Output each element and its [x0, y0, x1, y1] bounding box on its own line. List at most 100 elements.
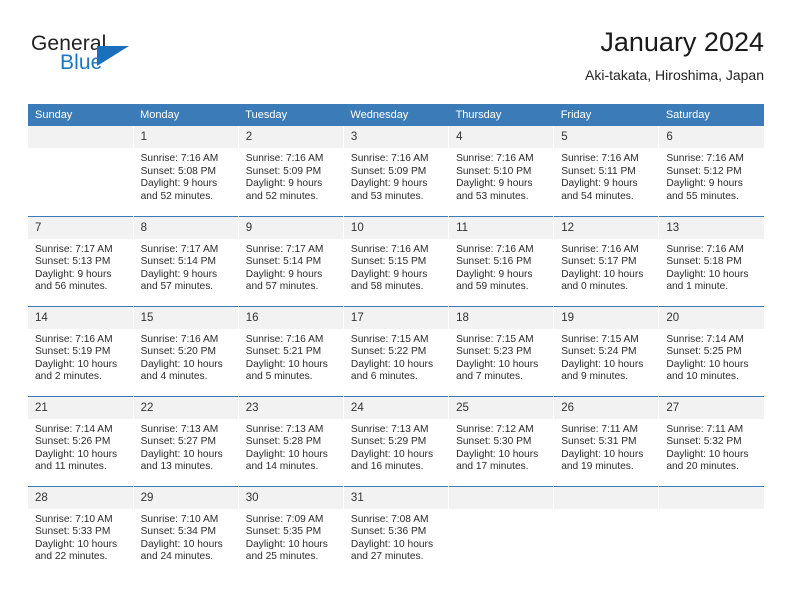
- day-number: 23: [238, 396, 343, 419]
- day-number: 8: [133, 216, 238, 239]
- day-detail: Sunrise: 7:15 AM Sunset: 5:23 PM Dayligh…: [456, 333, 539, 383]
- day-number: 9: [238, 216, 343, 239]
- day-number: 30: [238, 486, 343, 509]
- day-cell-empty: [553, 485, 660, 576]
- day-cell[interactable]: 3 Sunrise: 7:16 AM Sunset: 5:09 PM Daylig…: [343, 126, 450, 216]
- day-detail: Sunrise: 7:16 AM Sunset: 5:17 PM Dayligh…: [561, 243, 644, 293]
- day-detail: Sunrise: 7:17 AM Sunset: 5:14 PM Dayligh…: [245, 243, 324, 293]
- day-cell[interactable]: 27 Sunrise: 7:11 AM Sunset: 5:32 PM Dayli…: [658, 395, 764, 486]
- logo-text-blue: Blue: [60, 51, 103, 74]
- day-number: 1: [133, 126, 238, 148]
- location-subtitle: Aki-takata, Hiroshima, Japan: [585, 67, 764, 83]
- day-cell[interactable]: 1 Sunrise: 7:16 AM Sunset: 5:08 PM Daylig…: [133, 126, 239, 216]
- day-cell[interactable]: 2 Sunrise: 7:16 AM Sunset: 5:09 PM Daylig…: [238, 126, 344, 216]
- day-cell[interactable]: 16 Sunrise: 7:16 AM Sunset: 5:21 PM Dayli…: [238, 305, 344, 396]
- day-cell[interactable]: 22 Sunrise: 7:13 AM Sunset: 5:27 PM Dayli…: [133, 395, 239, 486]
- day-number: 24: [343, 396, 449, 419]
- day-number: 25: [449, 396, 554, 419]
- day-cell[interactable]: 21 Sunrise: 7:14 AM Sunset: 5:26 PM Dayli…: [28, 395, 134, 486]
- weekday-header-wednesday: Wednesday: [343, 104, 449, 126]
- day-detail: Sunrise: 7:14 AM Sunset: 5:25 PM Dayligh…: [666, 333, 749, 383]
- day-cell[interactable]: 17 Sunrise: 7:15 AM Sunset: 5:22 PM Dayli…: [343, 305, 450, 396]
- day-detail: Sunrise: 7:16 AM Sunset: 5:08 PM Dayligh…: [140, 153, 219, 202]
- day-cell[interactable]: 30 Sunrise: 7:09 AM Sunset: 5:35 PM Dayli…: [238, 485, 344, 576]
- day-detail: Sunrise: 7:15 AM Sunset: 5:22 PM Dayligh…: [350, 333, 434, 383]
- day-cell[interactable]: [28, 126, 134, 216]
- day-cell[interactable]: 7 Sunrise: 7:17 AM Sunset: 5:13 PM Daylig…: [28, 215, 134, 306]
- day-detail: Sunrise: 7:10 AM Sunset: 5:34 PM Dayligh…: [140, 513, 223, 563]
- weekday-header-monday: Monday: [133, 104, 239, 126]
- day-number: 4: [449, 126, 554, 148]
- day-detail: Sunrise: 7:11 AM Sunset: 5:31 PM Dayligh…: [561, 423, 644, 473]
- weekday-header-friday: Friday: [553, 104, 659, 126]
- day-cell[interactable]: 19 Sunrise: 7:15 AM Sunset: 5:24 PM Dayli…: [553, 305, 660, 396]
- page-header: General Blue January 2024 Aki-takata, Hi…: [28, 26, 764, 96]
- day-number: 28: [28, 486, 133, 509]
- day-cell[interactable]: 28 Sunrise: 7:10 AM Sunset: 5:33 PM Dayli…: [28, 485, 134, 576]
- day-detail: Sunrise: 7:13 AM Sunset: 5:27 PM Dayligh…: [140, 423, 223, 473]
- day-cell[interactable]: 9 Sunrise: 7:17 AM Sunset: 5:14 PM Daylig…: [238, 215, 344, 306]
- day-number: 3: [343, 126, 449, 148]
- day-detail: Sunrise: 7:16 AM Sunset: 5:12 PM Dayligh…: [666, 153, 744, 202]
- day-number: 29: [133, 486, 238, 509]
- day-cell[interactable]: 11 Sunrise: 7:16 AM Sunset: 5:16 PM Dayli…: [448, 215, 555, 306]
- day-cell[interactable]: 20 Sunrise: 7:14 AM Sunset: 5:25 PM Dayli…: [658, 305, 764, 396]
- weekday-header-thursday: Thursday: [448, 104, 554, 126]
- general-blue-logo[interactable]: General Blue: [28, 32, 238, 90]
- day-number: 10: [343, 216, 449, 239]
- day-number: 27: [659, 396, 764, 419]
- day-number: 14: [28, 306, 133, 329]
- page-title: January 2024: [600, 27, 764, 57]
- weekday-header-row: Sunday Monday Tuesday Wednesday Thursday…: [28, 104, 764, 126]
- day-detail: Sunrise: 7:16 AM Sunset: 5:20 PM Dayligh…: [140, 333, 223, 383]
- day-detail: Sunrise: 7:13 AM Sunset: 5:28 PM Dayligh…: [245, 423, 328, 473]
- weekday-header-sunday: Sunday: [28, 104, 134, 126]
- day-cell[interactable]: 12 Sunrise: 7:16 AM Sunset: 5:17 PM Dayli…: [553, 215, 660, 306]
- calendar-head: Sunday Monday Tuesday Wednesday Thursday…: [28, 104, 764, 126]
- day-cell[interactable]: 5 Sunrise: 7:16 AM Sunset: 5:11 PM Daylig…: [553, 126, 660, 216]
- day-cell[interactable]: 29 Sunrise: 7:10 AM Sunset: 5:34 PM Dayli…: [133, 485, 239, 576]
- day-detail: [28, 148, 133, 153]
- title-block: January 2024 Aki-takata, Hiroshima, Japa…: [585, 26, 764, 85]
- day-number: 19: [554, 306, 659, 329]
- day-cell[interactable]: 6 Sunrise: 7:16 AM Sunset: 5:12 PM Daylig…: [659, 126, 764, 216]
- day-cell[interactable]: 18 Sunrise: 7:15 AM Sunset: 5:23 PM Dayli…: [448, 305, 555, 396]
- day-detail: Sunrise: 7:16 AM Sunset: 5:21 PM Dayligh…: [245, 333, 328, 383]
- day-cell[interactable]: 31 Sunrise: 7:08 AM Sunset: 5:36 PM Dayli…: [343, 485, 450, 576]
- day-cell[interactable]: 10 Sunrise: 7:16 AM Sunset: 5:15 PM Dayli…: [343, 215, 450, 306]
- day-number: 26: [554, 396, 659, 419]
- day-detail: Sunrise: 7:16 AM Sunset: 5:18 PM Dayligh…: [666, 243, 749, 293]
- day-number: [554, 486, 659, 509]
- day-number: 6: [659, 126, 764, 148]
- day-detail: [449, 509, 553, 514]
- day-cell[interactable]: 26 Sunrise: 7:11 AM Sunset: 5:31 PM Dayli…: [553, 395, 660, 486]
- day-cell[interactable]: 15 Sunrise: 7:16 AM Sunset: 5:20 PM Dayli…: [133, 305, 239, 396]
- day-cell[interactable]: 8 Sunrise: 7:17 AM Sunset: 5:14 PM Daylig…: [133, 215, 239, 306]
- calendar-week-row: 28 Sunrise: 7:10 AM Sunset: 5:33 PM Dayli…: [28, 485, 764, 576]
- day-detail: Sunrise: 7:11 AM Sunset: 5:32 PM Dayligh…: [666, 423, 749, 473]
- day-detail: [659, 509, 764, 514]
- day-cell-empty: [658, 485, 764, 576]
- day-number: [28, 126, 133, 148]
- calendar-table: Sunday Monday Tuesday Wednesday Thursday…: [28, 104, 764, 576]
- day-cell[interactable]: 24 Sunrise: 7:13 AM Sunset: 5:29 PM Dayli…: [343, 395, 450, 486]
- day-detail: Sunrise: 7:17 AM Sunset: 5:14 PM Dayligh…: [140, 243, 219, 293]
- day-cell[interactable]: 23 Sunrise: 7:13 AM Sunset: 5:28 PM Dayli…: [238, 395, 344, 486]
- calendar-week-row: 7 Sunrise: 7:17 AM Sunset: 5:13 PM Daylig…: [28, 215, 764, 306]
- day-number: 20: [659, 306, 764, 329]
- day-number: 5: [554, 126, 659, 148]
- day-cell[interactable]: 14 Sunrise: 7:16 AM Sunset: 5:19 PM Dayli…: [28, 305, 134, 396]
- day-cell[interactable]: 13 Sunrise: 7:16 AM Sunset: 5:18 PM Dayli…: [658, 215, 764, 306]
- day-cell[interactable]: 4 Sunrise: 7:16 AM Sunset: 5:10 PM Daylig…: [448, 126, 555, 216]
- day-detail: Sunrise: 7:16 AM Sunset: 5:19 PM Dayligh…: [35, 333, 118, 383]
- day-number: 31: [343, 486, 449, 509]
- day-detail: Sunrise: 7:16 AM Sunset: 5:15 PM Dayligh…: [350, 243, 429, 293]
- day-number: 21: [28, 396, 133, 419]
- day-detail: Sunrise: 7:10 AM Sunset: 5:33 PM Dayligh…: [35, 513, 118, 563]
- day-detail: Sunrise: 7:09 AM Sunset: 5:35 PM Dayligh…: [245, 513, 328, 563]
- day-detail: Sunrise: 7:16 AM Sunset: 5:09 PM Dayligh…: [350, 153, 429, 202]
- day-detail: Sunrise: 7:08 AM Sunset: 5:36 PM Dayligh…: [350, 513, 434, 563]
- day-cell[interactable]: 25 Sunrise: 7:12 AM Sunset: 5:30 PM Dayli…: [448, 395, 555, 486]
- day-number: [449, 486, 554, 509]
- day-detail: Sunrise: 7:12 AM Sunset: 5:30 PM Dayligh…: [456, 423, 539, 473]
